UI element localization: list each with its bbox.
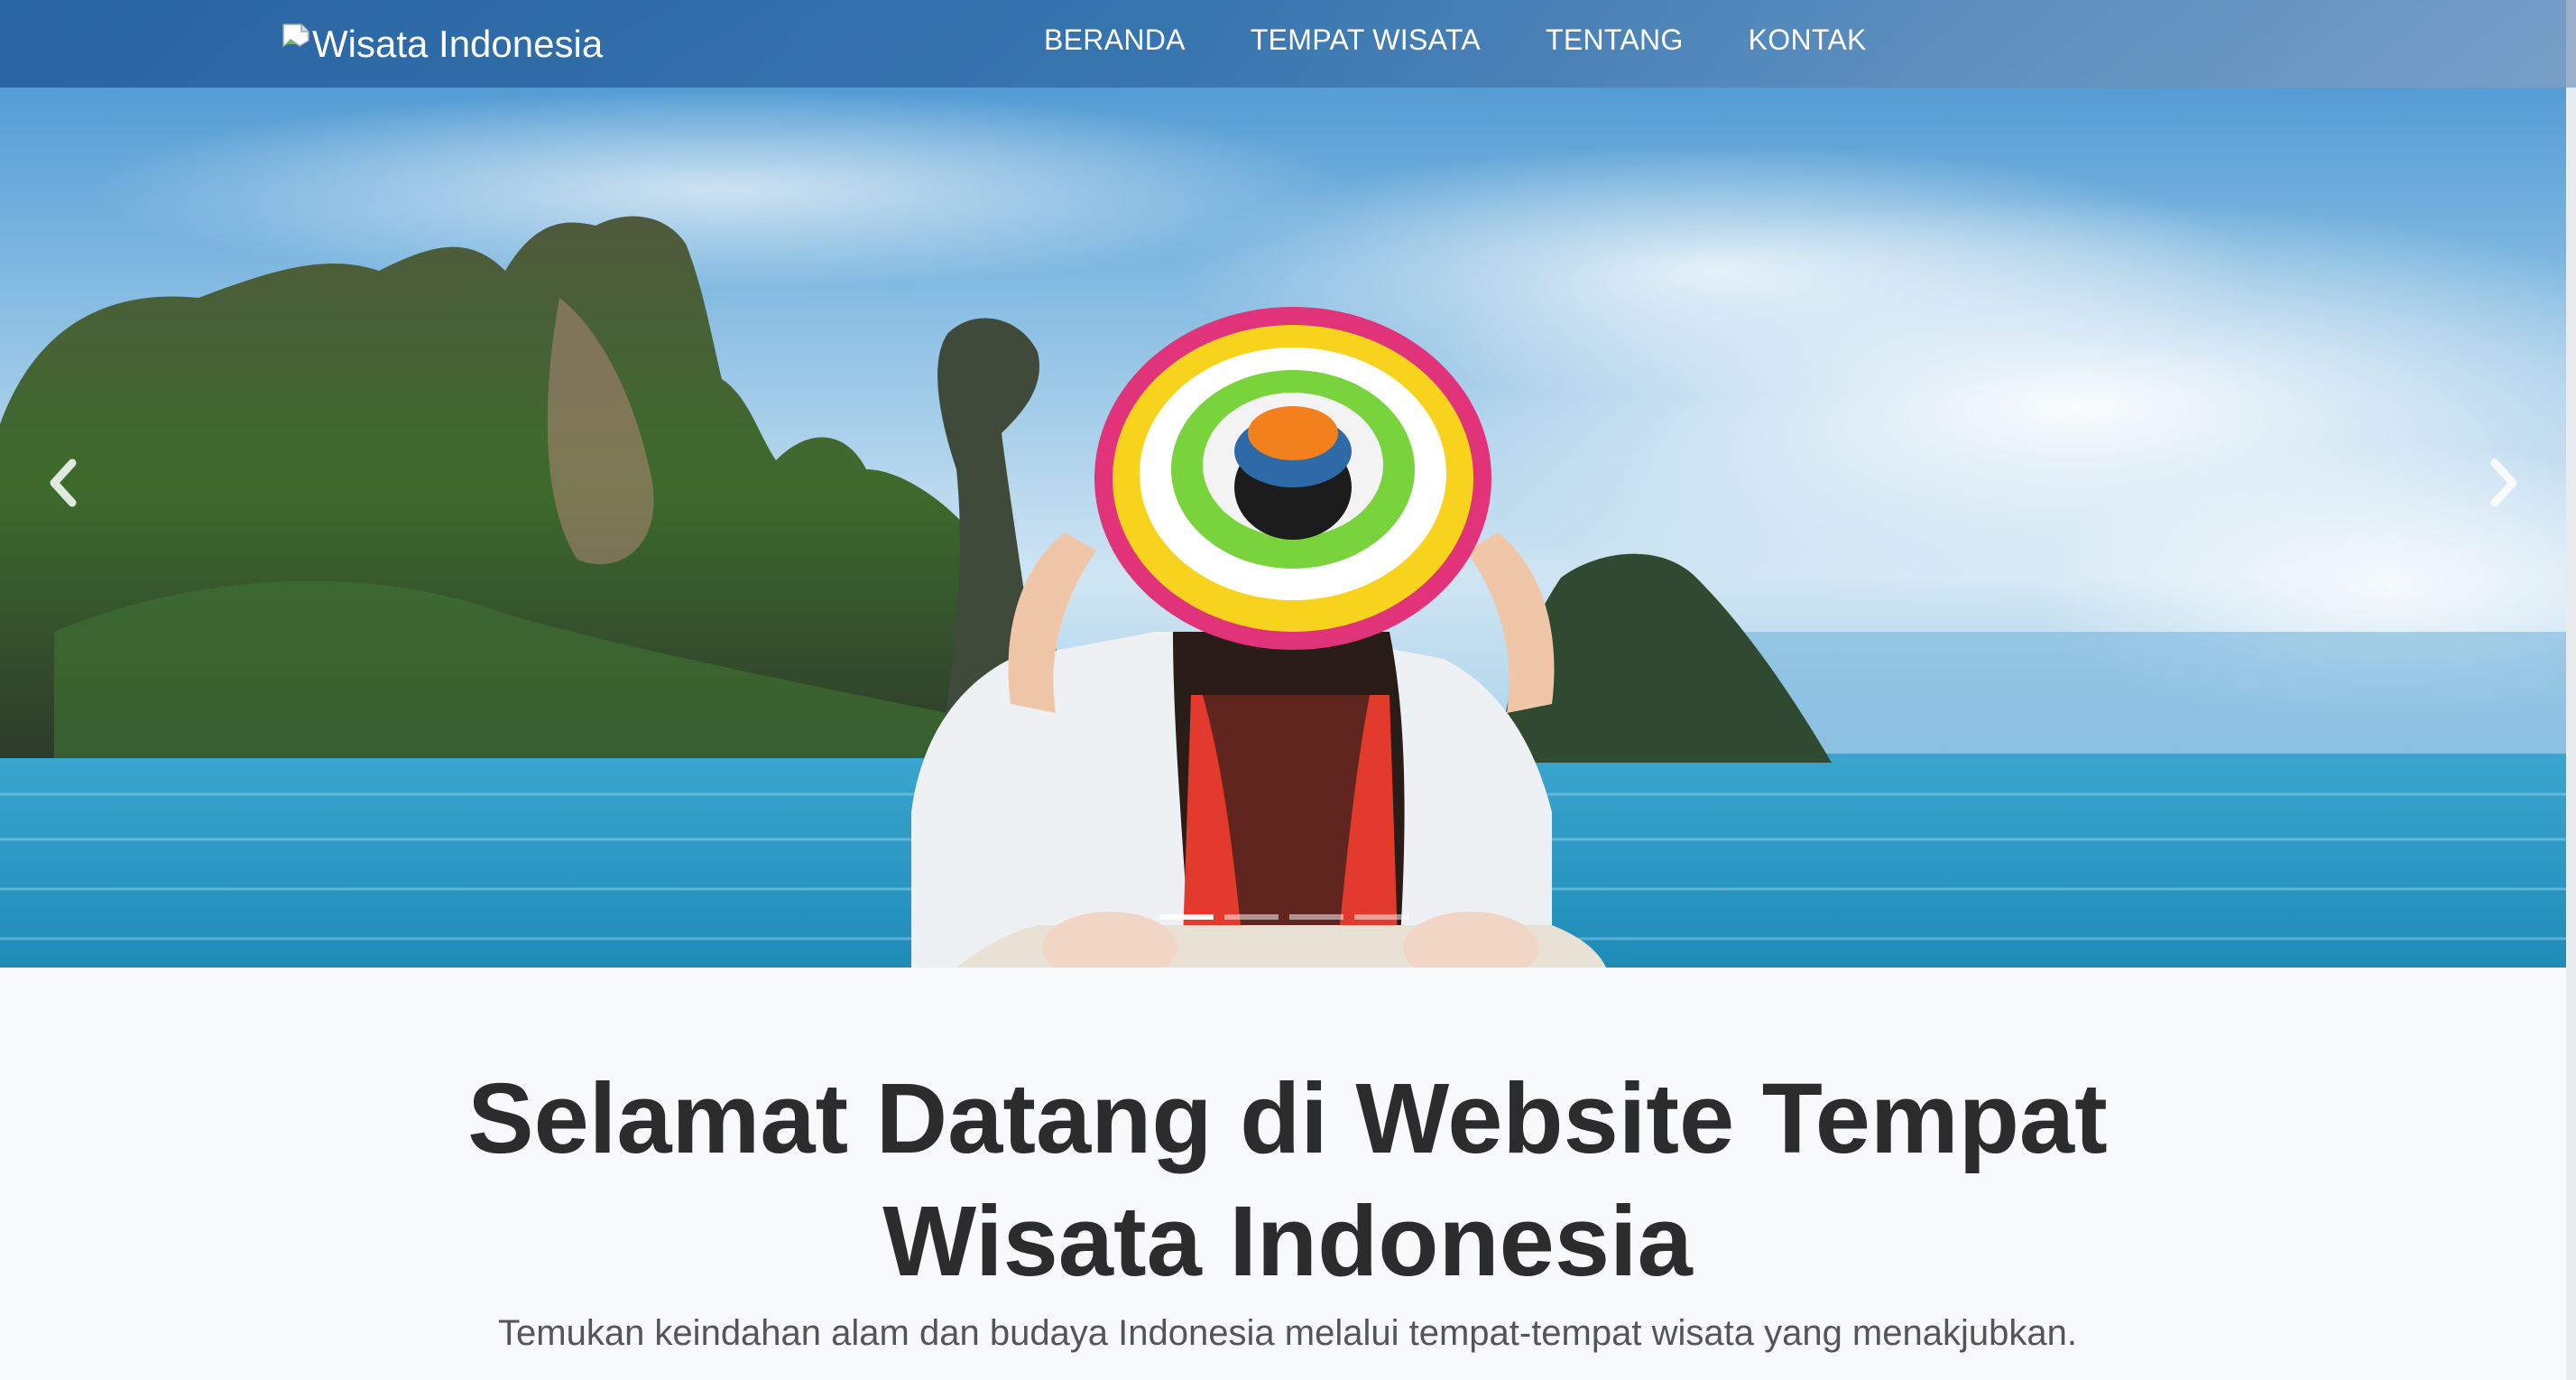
- carousel-indicator-4[interactable]: [1354, 914, 1408, 920]
- welcome-section: Selamat Datang di Website Tempat Wisata …: [0, 968, 2576, 1380]
- hero-slide-image: [0, 0, 2576, 968]
- main-nav: BERANDA TEMPAT WISATA TENTANG KONTAK: [1044, 23, 1867, 57]
- carousel-next-button[interactable]: [2468, 433, 2540, 533]
- hero-carousel: [0, 0, 2576, 968]
- nav-link-tentang[interactable]: TENTANG: [1546, 23, 1684, 57]
- chevron-left-icon: [50, 458, 77, 507]
- carousel-indicator-1[interactable]: [1159, 914, 1214, 920]
- carousel-indicator-3[interactable]: [1289, 914, 1343, 920]
- carousel-prev-button[interactable]: [27, 433, 99, 533]
- nav-link-kontak[interactable]: KONTAK: [1749, 23, 1867, 57]
- page-scrollbar[interactable]: [2566, 0, 2576, 1380]
- top-navbar: Wisata Indonesia BERANDA TEMPAT WISATA T…: [0, 0, 2576, 88]
- welcome-title: Selamat Datang di Website Tempat Wisata …: [467, 1063, 2108, 1297]
- nav-link-tempat-wisata[interactable]: TEMPAT WISATA: [1251, 23, 1481, 57]
- brand-logo-link[interactable]: Wisata Indonesia: [282, 18, 603, 70]
- carousel-indicators: [1159, 914, 1408, 920]
- brand-name: Wisata Indonesia: [312, 23, 604, 65]
- nav-link-beranda[interactable]: BERANDA: [1044, 23, 1186, 57]
- broken-image-icon: [282, 21, 310, 53]
- carousel-indicator-2[interactable]: [1224, 914, 1279, 920]
- chevron-right-icon: [2490, 458, 2517, 507]
- welcome-subtitle: Temukan keindahan alam dan budaya Indone…: [498, 1313, 2077, 1353]
